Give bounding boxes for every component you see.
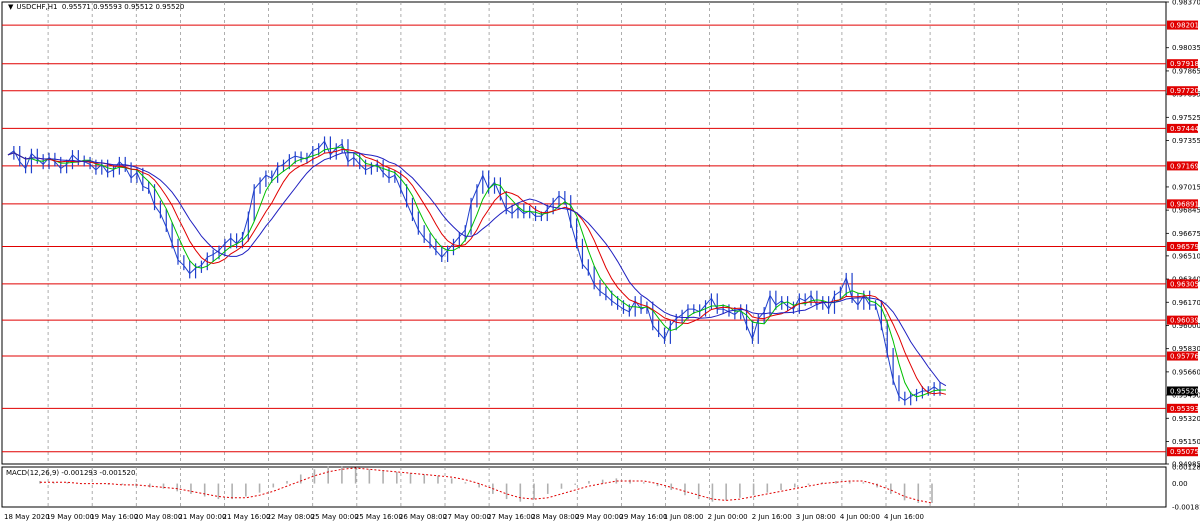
dropdown-triangle-icon[interactable]: ▼ [8,3,13,11]
chart-title: ▼ USDCHF,H1 0.95571 0.95593 0.95512 0.955… [8,3,184,11]
level-price-label: 0.95776 [1170,353,1199,361]
x-tick-label: 26 May 08:00 [399,513,447,521]
x-tick-label: 27 May 16:00 [487,513,535,521]
x-tick-label: 18 May 2020 [4,513,50,521]
x-tick-label: 25 May 00:00 [311,513,359,521]
y-tick-label: 0.97865 [1172,67,1200,75]
y-tick-label: 0.97525 [1172,114,1200,122]
macd-y-tick-label: -0.001812 [1172,504,1200,512]
x-tick-label: 2 Jun 00:00 [708,513,748,521]
level-price-label: 0.96039 [1170,317,1199,325]
symbol-label: USDCHF,H1 [16,3,58,11]
level-price-label: 0.97720 [1170,87,1199,95]
x-tick-label: 2 Jun 16:00 [752,513,792,521]
x-tick-label: 1 Jun 08:00 [664,513,704,521]
x-tick-label: 4 Jun 16:00 [884,513,924,521]
level-price-label: 0.95393 [1170,405,1199,413]
macd-signal-line [40,467,933,504]
x-tick-label: 22 May 08:00 [267,513,315,521]
current-price-label: 0.95520 [1170,387,1199,395]
y-tick-label: 0.95320 [1172,415,1200,423]
x-tick-label: 25 May 16:00 [355,513,403,521]
level-price-label: 0.97444 [1170,125,1199,133]
level-price-label: 0.96305 [1170,280,1199,288]
x-tick-label: 21 May 16:00 [223,513,271,521]
macd-y-tick-label: 0.00128 [1172,464,1200,472]
x-tick-label: 29 May 00:00 [575,513,623,521]
level-price-label: 0.98201 [1170,22,1199,30]
level-price-label: 0.97169 [1170,162,1199,170]
y-tick-label: 0.98035 [1172,44,1200,52]
x-tick-label: 20 May 08:00 [134,513,182,521]
ohlc-values: 0.95571 0.95593 0.95512 0.95520 [61,3,185,11]
y-tick-label: 0.96675 [1172,230,1200,238]
x-tick-label: 27 May 00:00 [443,513,491,521]
chart-canvas[interactable]: 18 May 202019 May 00:0019 May 16:0020 Ma… [0,0,1200,525]
x-tick-label: 19 May 00:00 [46,513,94,521]
macd-y-tick-label: 0.00 [1172,480,1188,488]
level-price-label: 0.96579 [1170,243,1199,251]
y-tick-label: 0.96510 [1172,252,1200,260]
trading-chart-window: 18 May 2020 19 May 00:00 19 May 16:00 20 Ma… [0,0,1200,525]
y-tick-label: 0.96170 [1172,299,1200,307]
macd-indicator-label: MACD(12,26,9) -0.001293 -0.001520 [6,469,136,477]
x-tick-label: 19 May 16:00 [90,513,138,521]
x-tick-label: 21 May 00:00 [178,513,226,521]
x-tick-label: 4 Jun 00:00 [840,513,880,521]
level-price-label: 0.97918 [1170,60,1199,68]
y-tick-label: 0.95150 [1172,438,1200,446]
y-tick-label: 0.95660 [1172,368,1200,376]
x-tick-label: 29 May 16:00 [619,513,667,521]
level-price-label: 0.95075 [1170,448,1199,456]
level-price-label: 0.96891 [1170,200,1199,208]
y-tick-label: 0.98370 [1172,0,1200,7]
x-tick-label: 28 May 08:00 [531,513,579,521]
y-tick-label: 0.97355 [1172,137,1200,145]
y-tick-label: 0.97015 [1172,183,1200,191]
x-tick-label: 3 Jun 08:00 [796,513,836,521]
